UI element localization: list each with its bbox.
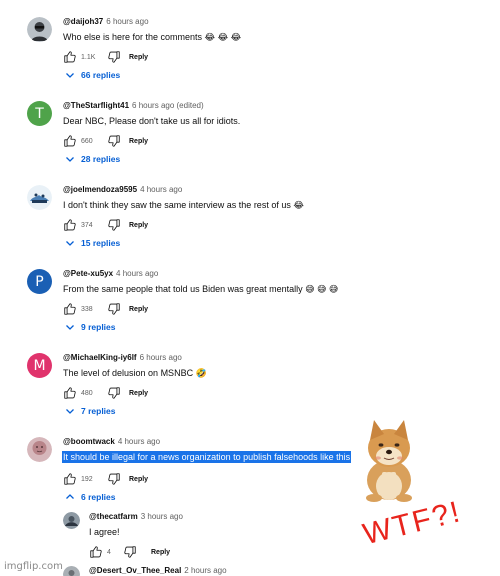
avatar[interactable] xyxy=(27,17,52,42)
dislike-icon[interactable] xyxy=(107,134,121,148)
meme-caption: WTF?! xyxy=(360,495,465,551)
replies-count: 15 replies xyxy=(81,238,121,248)
dislike-icon[interactable] xyxy=(107,218,121,232)
comment-text: From the same people that told us Biden … xyxy=(63,284,339,294)
like-icon[interactable] xyxy=(63,302,77,316)
comment-text: The level of delusion on MSNBC 🤣 xyxy=(63,368,207,378)
comment-time[interactable]: 6 hours ago (edited) xyxy=(132,101,204,110)
comment-time[interactable]: 4 hours ago xyxy=(118,437,160,446)
reply-author[interactable]: @thecatfarm xyxy=(89,512,138,521)
chevron-up-icon xyxy=(65,492,75,502)
avatar[interactable] xyxy=(27,185,52,210)
comment-time[interactable]: 6 hours ago xyxy=(106,17,148,26)
reply-button[interactable]: Reply xyxy=(129,306,148,313)
reply-time[interactable]: 2 hours ago xyxy=(184,566,226,575)
chevron-down-icon xyxy=(65,322,75,332)
comment-text: I don't think they saw the same intervie… xyxy=(63,200,304,210)
reply-button[interactable]: Reply xyxy=(129,54,148,61)
comment-text: Dear NBC, Please don't take us all for i… xyxy=(63,116,241,126)
view-replies-button[interactable]: 15 replies xyxy=(65,238,463,248)
avatar[interactable]: M xyxy=(27,353,52,378)
replies-count: 6 replies xyxy=(81,492,116,502)
replies-count: 66 replies xyxy=(81,70,121,80)
reply-button[interactable]: Reply xyxy=(129,390,148,397)
like-count: 660 xyxy=(81,137,93,145)
comment-text-selected[interactable]: It should be illegal for a news organiza… xyxy=(62,451,352,463)
comment-text: Who else is here for the comments 😂 😂 😂 xyxy=(63,32,242,42)
chevron-down-icon xyxy=(65,406,75,416)
reply-button[interactable]: Reply xyxy=(129,222,148,229)
like-count: 374 xyxy=(81,221,93,229)
reply-button[interactable]: Reply xyxy=(129,138,148,145)
dislike-icon[interactable] xyxy=(107,386,121,400)
avatar[interactable] xyxy=(63,566,80,576)
dislike-icon[interactable] xyxy=(107,302,121,316)
reply-button[interactable]: Reply xyxy=(129,476,148,483)
dislike-icon[interactable] xyxy=(123,545,137,559)
replies-count: 28 replies xyxy=(81,154,121,164)
chevron-down-icon xyxy=(65,238,75,248)
reply-author[interactable]: @Desert_Ov_Thee_Real xyxy=(89,566,181,575)
dislike-icon[interactable] xyxy=(107,50,121,64)
comment-author[interactable]: @Pete-xu5yx xyxy=(63,269,113,278)
view-replies-button[interactable]: 9 replies xyxy=(65,322,463,332)
comment-author[interactable]: @TheStarflight41 xyxy=(63,101,129,110)
reply-time[interactable]: 3 hours ago xyxy=(141,512,183,521)
view-replies-button[interactable]: 28 replies xyxy=(65,154,463,164)
like-count: 4 xyxy=(107,548,111,556)
like-icon[interactable] xyxy=(89,545,103,559)
meme-caption-text: WTF?! xyxy=(360,495,465,551)
comment-author[interactable]: @MichaelKing-iy6lf xyxy=(63,353,137,362)
view-replies-button[interactable]: 66 replies xyxy=(65,70,463,80)
like-count: 480 xyxy=(81,389,93,397)
avatar[interactable]: T xyxy=(27,101,52,126)
like-icon[interactable] xyxy=(63,386,77,400)
comment-time[interactable]: 4 hours ago xyxy=(140,185,182,194)
chevron-down-icon xyxy=(65,154,75,164)
replies-count: 7 replies xyxy=(81,406,116,416)
comment-time[interactable]: 4 hours ago xyxy=(116,269,158,278)
chevron-down-icon xyxy=(65,70,75,80)
comment-time[interactable]: 6 hours ago xyxy=(140,353,182,362)
comment-author[interactable]: @daijoh37 xyxy=(63,17,103,26)
avatar[interactable] xyxy=(27,437,52,462)
like-icon[interactable] xyxy=(63,134,77,148)
like-count: 192 xyxy=(81,475,93,483)
dislike-icon[interactable] xyxy=(107,472,121,486)
like-icon[interactable] xyxy=(63,472,77,486)
avatar[interactable]: P xyxy=(27,269,52,294)
avatar[interactable] xyxy=(63,512,80,529)
like-count: 1.1K xyxy=(81,53,96,61)
comment-author[interactable]: @joelmendoza9595 xyxy=(63,185,137,194)
replies-count: 9 replies xyxy=(81,322,116,332)
reply-button[interactable]: Reply xyxy=(151,549,170,556)
watermark: imgflip.com xyxy=(4,561,63,572)
like-count: 338 xyxy=(81,305,93,313)
like-icon[interactable] xyxy=(63,218,77,232)
like-icon[interactable] xyxy=(63,50,77,64)
comment-author[interactable]: @boomtwack xyxy=(63,437,115,446)
